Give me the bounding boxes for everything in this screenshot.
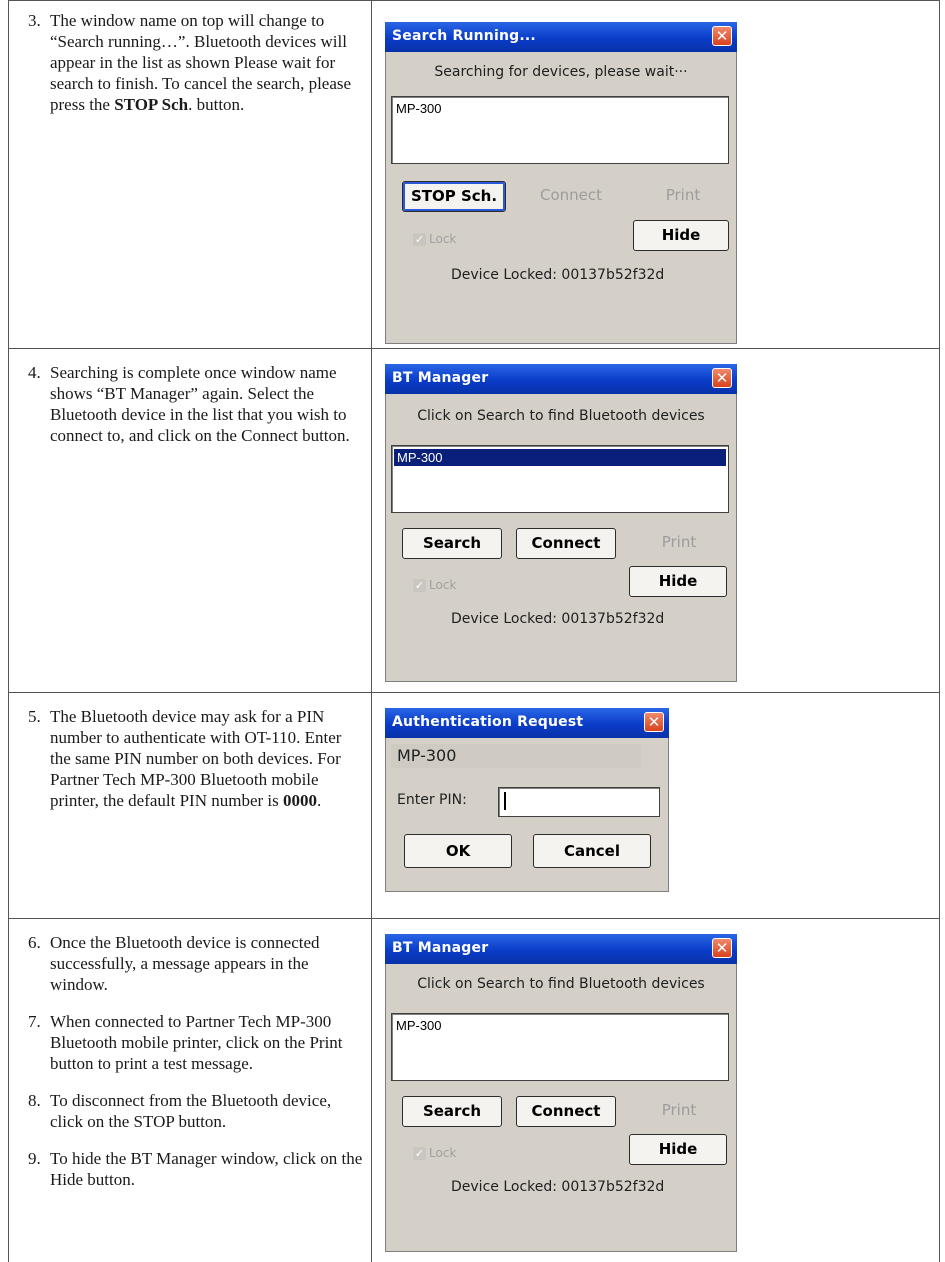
lock-label: Lock bbox=[429, 232, 457, 246]
row-divider bbox=[8, 692, 940, 693]
step-description: To disconnect from the Bluetooth device,… bbox=[50, 1091, 332, 1131]
close-icon[interactable]: ✕ bbox=[712, 938, 732, 958]
step-item: 6. Once the Bluetooth device is connecte… bbox=[28, 932, 363, 995]
device-list[interactable]: MP-300 bbox=[391, 96, 729, 164]
pin-label: Enter PIN: bbox=[397, 792, 467, 808]
step-description: The Bluetooth device may ask for a PIN n… bbox=[50, 706, 363, 811]
status-message: Click on Search to find Bluetooth device… bbox=[417, 976, 705, 992]
bt-manager-dialog: BT Manager ✕ Click on Search to find Blu… bbox=[385, 364, 737, 682]
instruction-table: 3. The window name on top will change to… bbox=[8, 0, 940, 1262]
hide-button[interactable]: Hide bbox=[633, 220, 729, 251]
step-description: Searching is complete once window name s… bbox=[50, 363, 350, 445]
dialog-title: Search Running... bbox=[392, 28, 536, 44]
dialog-titlebar: Authentication Request ✕ bbox=[385, 708, 669, 738]
dialog-titlebar: BT Manager ✕ bbox=[385, 934, 737, 964]
dialog-title: Authentication Request bbox=[392, 714, 584, 730]
cancel-button[interactable]: Cancel bbox=[533, 834, 651, 868]
row-divider bbox=[8, 348, 940, 349]
status-message: Searching for devices, please wait··· bbox=[434, 64, 688, 80]
print-button[interactable]: Print bbox=[635, 181, 731, 212]
step-item: 3. The window name on top will change to… bbox=[28, 10, 363, 115]
authentication-dialog: Authentication Request ✕ MP-300 Enter PI… bbox=[385, 708, 669, 892]
device-name: MP-300 bbox=[391, 744, 641, 768]
connect-button[interactable]: Connect bbox=[516, 1096, 616, 1127]
step-item: 4. Searching is complete once window nam… bbox=[28, 362, 363, 446]
list-item[interactable]: MP-300 bbox=[396, 1018, 442, 1033]
bt-manager-connected-dialog: BT Manager ✕ Click on Search to find Blu… bbox=[385, 934, 737, 1252]
search-button[interactable]: Search bbox=[402, 1096, 502, 1127]
hide-button[interactable]: Hide bbox=[629, 566, 727, 597]
row-divider bbox=[8, 918, 940, 919]
step-bold-text: STOP Sch bbox=[114, 95, 189, 114]
connect-button[interactable]: Connect bbox=[516, 528, 616, 559]
step-5-text: 5. The Bluetooth device may ask for a PI… bbox=[28, 706, 363, 827]
stop-search-button[interactable]: STOP Sch. bbox=[402, 181, 506, 212]
device-list[interactable]: MP-300 bbox=[391, 1013, 729, 1081]
lock-checkbox[interactable]: ✓ Lock bbox=[413, 1146, 456, 1160]
device-list[interactable]: MP-300 bbox=[391, 445, 729, 513]
step-description: To hide the BT Manager window, click on … bbox=[50, 1149, 363, 1189]
step-description: The window name on top will change to “S… bbox=[50, 10, 363, 115]
device-locked-text: Device Locked: 00137b52f32d bbox=[451, 1179, 665, 1195]
step-number: 8. bbox=[28, 1091, 41, 1110]
lock-checkbox[interactable]: ✓ Lock bbox=[413, 232, 456, 246]
step-number: 7. bbox=[28, 1012, 41, 1031]
device-locked-text: Device Locked: 00137b52f32d bbox=[451, 267, 665, 283]
text-caret bbox=[504, 792, 506, 810]
close-icon[interactable]: ✕ bbox=[712, 26, 732, 46]
list-item[interactable]: MP-300 bbox=[396, 101, 442, 116]
print-button[interactable]: Print bbox=[631, 1096, 727, 1127]
step-4-text: 4. Searching is complete once window nam… bbox=[28, 362, 363, 462]
list-item-selected[interactable]: MP-300 bbox=[394, 449, 726, 466]
step-number: 4. bbox=[28, 363, 41, 382]
check-icon: ✓ bbox=[413, 579, 426, 592]
step-3-text: 3. The window name on top will change to… bbox=[28, 10, 363, 131]
step-text: . button. bbox=[188, 95, 245, 114]
steps-6-9-text: 6. Once the Bluetooth device is connecte… bbox=[28, 932, 363, 1206]
step-description: Once the Bluetooth device is connected s… bbox=[50, 933, 320, 994]
dialog-title: BT Manager bbox=[392, 370, 489, 386]
step-item: 8. To disconnect from the Bluetooth devi… bbox=[28, 1090, 363, 1132]
print-button[interactable]: Print bbox=[631, 528, 727, 559]
table-border-left bbox=[8, 0, 9, 1262]
step-number: 6. bbox=[28, 933, 41, 952]
step-number: 3. bbox=[28, 11, 41, 30]
search-running-dialog: Search Running... ✕ Searching for device… bbox=[385, 22, 737, 344]
pin-input[interactable] bbox=[498, 787, 660, 817]
step-item: 7. When connected to Partner Tech MP-300… bbox=[28, 1011, 363, 1074]
dialog-titlebar: BT Manager ✕ bbox=[385, 364, 737, 394]
table-border-top bbox=[8, 0, 940, 1]
status-message: Click on Search to find Bluetooth device… bbox=[417, 408, 705, 424]
close-icon[interactable]: ✕ bbox=[712, 368, 732, 388]
dialog-titlebar: Search Running... ✕ bbox=[385, 22, 737, 52]
step-number: 9. bbox=[28, 1149, 41, 1168]
step-item: 5. The Bluetooth device may ask for a PI… bbox=[28, 706, 363, 811]
step-text: . bbox=[317, 791, 322, 810]
lock-label: Lock bbox=[429, 578, 457, 592]
lock-checkbox[interactable]: ✓ Lock bbox=[413, 578, 456, 592]
hide-button[interactable]: Hide bbox=[629, 1134, 727, 1165]
check-icon: ✓ bbox=[413, 1147, 426, 1160]
device-locked-text: Device Locked: 00137b52f32d bbox=[451, 611, 665, 627]
dialog-title: BT Manager bbox=[392, 940, 489, 956]
ok-button[interactable]: OK bbox=[404, 834, 512, 868]
step-description: When connected to Partner Tech MP-300 Bl… bbox=[50, 1012, 343, 1073]
lock-label: Lock bbox=[429, 1146, 457, 1160]
search-button[interactable]: Search bbox=[402, 528, 502, 559]
connect-button[interactable]: Connect bbox=[519, 181, 623, 212]
close-icon[interactable]: ✕ bbox=[644, 712, 664, 732]
step-number: 5. bbox=[28, 707, 41, 726]
step-item: 9. To hide the BT Manager window, click … bbox=[28, 1148, 363, 1190]
table-column-divider bbox=[371, 0, 372, 1262]
table-border-right bbox=[939, 0, 940, 1262]
check-icon: ✓ bbox=[413, 233, 426, 246]
step-bold-text: 0000 bbox=[283, 791, 318, 810]
